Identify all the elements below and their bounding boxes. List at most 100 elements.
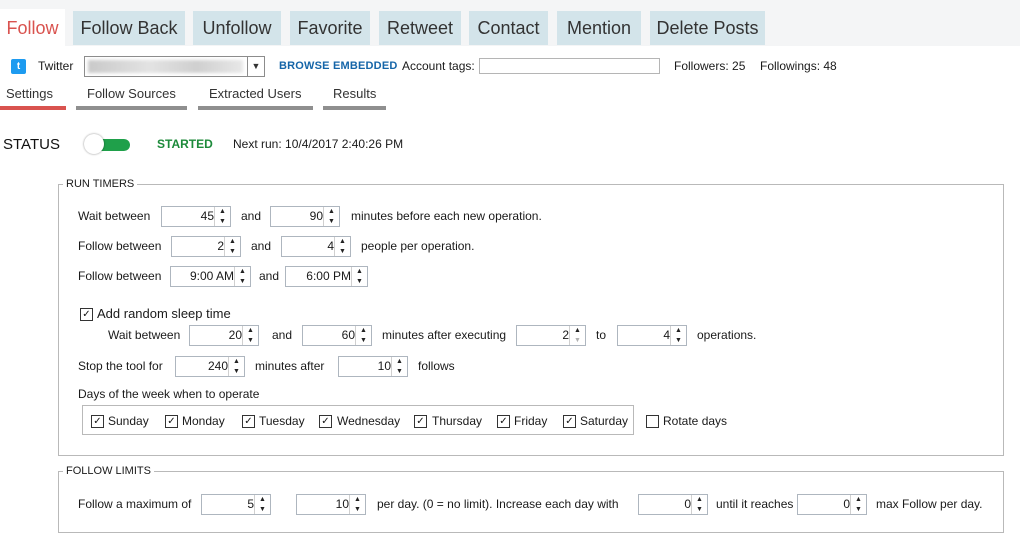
rotate-days-checkbox[interactable] bbox=[646, 415, 659, 428]
and-label: and bbox=[259, 269, 280, 283]
start-time-spinner[interactable]: 9:00 AM ▲ ▼ bbox=[170, 266, 251, 287]
tab-favorite[interactable]: Favorite bbox=[290, 11, 370, 45]
tab-retweet[interactable]: Retweet bbox=[379, 11, 461, 45]
spin-down-icon[interactable]: ▼ bbox=[243, 336, 258, 345]
spin-up-icon[interactable]: ▲ bbox=[352, 267, 367, 276]
wait-min-spinner[interactable]: 45 ▲ ▼ bbox=[161, 206, 231, 227]
spin-down-icon[interactable]: ▼ bbox=[350, 505, 365, 514]
follow-max-spinner[interactable]: 5 ▲ ▼ bbox=[201, 494, 271, 515]
spin-down-icon[interactable]: ▼ bbox=[324, 217, 339, 226]
ops-min-spinner[interactable]: 2 ▲ ▼ bbox=[516, 325, 586, 346]
subtab-follow-sources[interactable]: Follow Sources bbox=[87, 86, 176, 101]
increase-spinner[interactable]: 0 ▲ ▼ bbox=[638, 494, 708, 515]
until-label: until it reaches bbox=[716, 497, 794, 511]
spin-up-icon[interactable]: ▲ bbox=[350, 495, 365, 504]
operations-suffix: operations. bbox=[697, 328, 757, 342]
follow-limit-mid: per day. (0 = no limit). Increase each d… bbox=[377, 497, 619, 511]
tab-follow[interactable]: Follow bbox=[0, 9, 65, 46]
tab-delete-posts[interactable]: Delete Posts bbox=[650, 11, 765, 45]
status-title: STATUS bbox=[3, 136, 60, 153]
spin-down-icon[interactable]: ▼ bbox=[255, 505, 270, 514]
spin-up-icon[interactable]: ▲ bbox=[324, 207, 339, 216]
stop-tool-label: Stop the tool for bbox=[78, 359, 163, 373]
status-toggle[interactable] bbox=[84, 134, 130, 154]
ops-max-spinner[interactable]: 4 ▲ ▼ bbox=[617, 325, 687, 346]
spin-up-icon[interactable]: ▲ bbox=[225, 237, 240, 246]
follows-suffix: follows bbox=[418, 359, 455, 373]
spin-up-icon[interactable]: ▲ bbox=[356, 326, 371, 335]
day-friday-label: Friday bbox=[514, 414, 548, 428]
follow-max-spinner[interactable]: 4 ▲ ▼ bbox=[281, 236, 351, 257]
day-thursday-label: Thursday bbox=[432, 414, 483, 428]
spin-down-icon[interactable]: ▼ bbox=[225, 247, 240, 256]
sleep-wait-label: Wait between bbox=[108, 328, 181, 342]
spin-down-icon[interactable]: ▼ bbox=[235, 277, 250, 286]
follow-min-spinner[interactable]: 2 ▲ ▼ bbox=[171, 236, 241, 257]
toggle-knob[interactable] bbox=[84, 134, 104, 154]
spin-down-icon[interactable]: ▼ bbox=[671, 336, 686, 345]
tab-contact[interactable]: Contact bbox=[469, 11, 548, 45]
day-saturday-checkbox[interactable]: ✓ bbox=[563, 415, 576, 428]
spin-up-icon[interactable]: ▲ bbox=[692, 495, 707, 504]
stop-mid-label: minutes after bbox=[255, 359, 325, 373]
sleep-mid-label: minutes after executing bbox=[382, 328, 507, 342]
tab-mention[interactable]: Mention bbox=[557, 11, 641, 45]
spin-up-icon[interactable]: ▲ bbox=[255, 495, 270, 504]
spin-up-icon[interactable]: ▲ bbox=[392, 357, 407, 366]
chevron-down-icon[interactable]: ▼ bbox=[247, 57, 264, 76]
spin-up-icon[interactable]: ▲ bbox=[215, 207, 230, 216]
twitter-icon: t bbox=[11, 59, 26, 74]
stop-follows-spinner[interactable]: 10 ▲ ▼ bbox=[338, 356, 408, 377]
spin-up-icon[interactable]: ▲ bbox=[235, 267, 250, 276]
spin-up-icon[interactable]: ▲ bbox=[229, 357, 244, 366]
account-select[interactable]: ▼ bbox=[84, 56, 265, 77]
account-tags-input[interactable] bbox=[479, 58, 660, 74]
max-follow-suffix: max Follow per day. bbox=[876, 497, 983, 511]
day-friday-checkbox[interactable]: ✓ bbox=[497, 415, 510, 428]
follow-per-day-spinner[interactable]: 10 ▲ ▼ bbox=[296, 494, 366, 515]
spin-up-icon[interactable]: ▲ bbox=[335, 237, 350, 246]
day-tuesday-label: Tuesday bbox=[259, 414, 305, 428]
spin-down-icon[interactable]: ▼ bbox=[692, 505, 707, 514]
max-per-day-spinner[interactable]: 0 ▲ ▼ bbox=[797, 494, 867, 515]
subtab-settings[interactable]: Settings bbox=[6, 86, 53, 101]
spin-up-icon[interactable]: ▲ bbox=[851, 495, 866, 504]
and-label: and bbox=[272, 328, 293, 342]
spin-down-icon[interactable]: ▼ bbox=[356, 336, 371, 345]
day-wednesday-checkbox[interactable]: ✓ bbox=[319, 415, 332, 428]
tab-follow-back[interactable]: Follow Back bbox=[73, 11, 185, 45]
random-sleep-checkbox[interactable]: ✓ bbox=[80, 308, 93, 321]
subtab-results[interactable]: Results bbox=[333, 86, 376, 101]
tab-unfollow[interactable]: Unfollow bbox=[193, 11, 281, 45]
spin-down-icon[interactable]: ▼ bbox=[392, 367, 407, 376]
spin-up-icon[interactable]: ▲ bbox=[243, 326, 258, 335]
stop-minutes-spinner[interactable]: 240 ▲ ▼ bbox=[175, 356, 245, 377]
spin-down-icon[interactable]: ▼ bbox=[570, 336, 585, 345]
sleep-min-spinner[interactable]: 20 ▲ ▼ bbox=[189, 325, 259, 346]
spin-down-icon[interactable]: ▼ bbox=[335, 247, 350, 256]
day-monday-checkbox[interactable]: ✓ bbox=[165, 415, 178, 428]
day-tuesday-checkbox[interactable]: ✓ bbox=[242, 415, 255, 428]
subtab-extracted-users[interactable]: Extracted Users bbox=[209, 86, 301, 101]
spin-down-icon[interactable]: ▼ bbox=[229, 367, 244, 376]
day-thursday-checkbox[interactable]: ✓ bbox=[414, 415, 427, 428]
spin-down-icon[interactable]: ▼ bbox=[352, 277, 367, 286]
days-label: Days of the week when to operate bbox=[78, 387, 260, 401]
to-label: to bbox=[596, 328, 607, 342]
spin-down-icon[interactable]: ▼ bbox=[215, 217, 230, 226]
spin-up-icon[interactable]: ▲ bbox=[671, 326, 686, 335]
run-timers-title: RUN TIMERS bbox=[63, 178, 138, 190]
end-time-spinner[interactable]: 6:00 PM ▲ ▼ bbox=[285, 266, 368, 287]
subtab-follow-sources-indicator bbox=[76, 106, 187, 110]
sleep-max-spinner[interactable]: 60 ▲ ▼ bbox=[302, 325, 372, 346]
status-state: STARTED bbox=[157, 137, 213, 151]
browse-embedded-button[interactable]: BROWSE EMBEDDED bbox=[279, 60, 398, 72]
platform-label: Twitter bbox=[38, 59, 74, 73]
spin-up-icon[interactable]: ▲ bbox=[570, 326, 585, 335]
day-saturday-label: Saturday bbox=[580, 414, 629, 428]
wait-max-spinner[interactable]: 90 ▲ ▼ bbox=[270, 206, 340, 227]
follow-limits-title: FOLLOW LIMITS bbox=[63, 465, 154, 477]
and-label: and bbox=[251, 239, 272, 253]
day-sunday-checkbox[interactable]: ✓ bbox=[91, 415, 104, 428]
spin-down-icon[interactable]: ▼ bbox=[851, 505, 866, 514]
